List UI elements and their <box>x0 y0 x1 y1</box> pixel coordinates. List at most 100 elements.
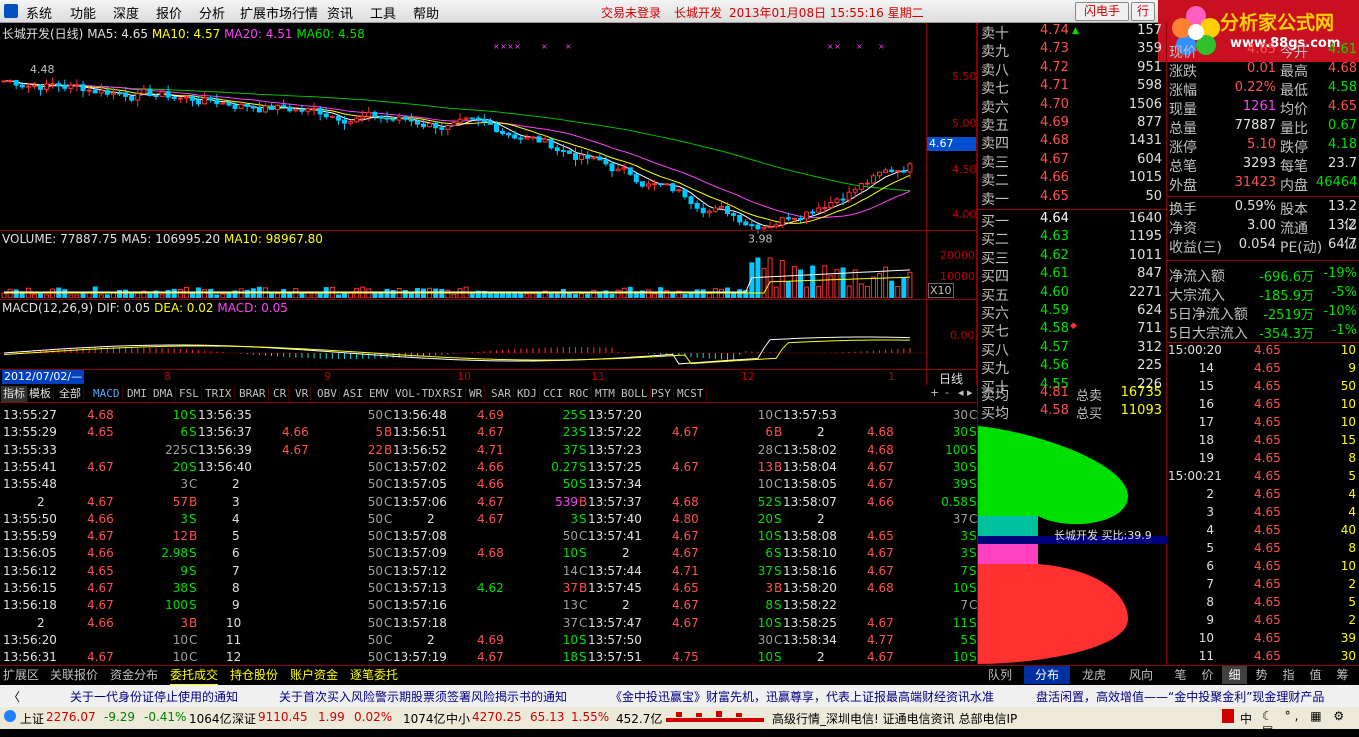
price-chart[interactable]: 4.483.98× × × × × × × × × × <box>0 41 926 246</box>
trade-price: 4.67 <box>672 598 699 613</box>
total-value: 16735 <box>1120 385 1162 400</box>
candle-body <box>609 163 615 172</box>
candle-body <box>469 117 475 120</box>
indicator-tab-指标[interactable]: 指标 <box>1 386 28 402</box>
ime-toolbar-icons[interactable]: ☾ °, ▦ ⚙ ▤ <box>1262 709 1359 737</box>
candle-body <box>633 173 639 183</box>
menu-depth[interactable]: 深度 <box>113 3 139 22</box>
indicator-tab-roc[interactable]: ROC <box>567 386 592 402</box>
indicator-tab-cr[interactable]: CR <box>271 386 290 402</box>
indicator-tab-brar[interactable]: BRAR <box>237 386 269 402</box>
menu-news[interactable]: 资讯 <box>327 3 353 22</box>
sz-index-label[interactable]: 深证 <box>232 710 256 727</box>
news-link[interactable]: 《金中投迅赢宝》财富先机，迅赢尊享，代表上证报最高端财经资讯水准 <box>610 688 994 705</box>
indicator-tab-psy[interactable]: PSY <box>649 386 674 402</box>
indicator-tab-fsl[interactable]: FSL <box>177 386 202 402</box>
chip-distribution[interactable]: 长城开发 买比:39.9 <box>977 424 1167 665</box>
indicator-tab-dma[interactable]: DMA <box>151 386 176 402</box>
bottom-tab[interactable]: 资金分布 <box>110 667 158 684</box>
indicator-tab-全部[interactable]: 全部 <box>57 386 84 402</box>
mini-tab[interactable]: 指 <box>1276 666 1301 684</box>
indicator-tab-vr[interactable]: VR <box>293 386 312 402</box>
bottom-tab[interactable]: 持仓股份 <box>230 667 278 684</box>
bottom-tab[interactable]: 关联报价 <box>50 667 98 684</box>
candle-body <box>281 104 287 108</box>
volume-bar <box>585 293 591 298</box>
flash-trade-button[interactable]: 闪电手 <box>1075 2 1129 21</box>
menu-function[interactable]: 功能 <box>70 3 96 22</box>
ime-label[interactable]: 中 <box>1240 710 1252 727</box>
indicator-tab-asi[interactable]: ASI <box>341 386 366 402</box>
news-scroll-icon[interactable]: 〈 <box>8 688 20 705</box>
tab-nav-left-icon[interactable]: ◂ <box>958 386 964 399</box>
indicator-tab-mtm[interactable]: MTM <box>593 386 618 402</box>
right-tab[interactable]: 风向 <box>1118 666 1164 684</box>
kline-chart-area[interactable]: 长城开发(日线) MA5: 4.65 MA10: 4.57 MA20: 4.51… <box>0 23 977 386</box>
candle-body <box>402 116 408 120</box>
indicator-tab-dmi[interactable]: DMI <box>125 386 150 402</box>
indicator-tab-模板[interactable]: 模板 <box>27 386 54 402</box>
menu-help[interactable]: 帮助 <box>413 3 439 22</box>
tab-nav-right-icon[interactable]: ▸ <box>967 386 973 399</box>
mini-tab[interactable]: 细 <box>1222 666 1247 684</box>
volume-chart[interactable] <box>0 248 926 298</box>
indicator-tab-wr[interactable]: WR <box>467 386 486 402</box>
indicator-tab-bar: 指标 模板 全部 MACD DMI DMA FSL TRIX BRAR CR VR OBV ASI EMV… <box>0 385 977 403</box>
bottom-tab[interactable]: 逐笔委托 <box>350 667 398 684</box>
menu-system[interactable]: 系统 <box>26 3 52 22</box>
mini-tab[interactable]: 笔 <box>1168 666 1193 684</box>
input-method-icon[interactable] <box>1222 709 1234 723</box>
candle-body <box>810 211 816 214</box>
news-link[interactable]: 盘活闲置，高效增值——“金中投聚金利”现金理财产品 <box>1036 688 1324 705</box>
indicator-tab-kdj[interactable]: KDJ <box>515 386 540 402</box>
trade-time: 13:57:16 <box>393 598 447 613</box>
news-link[interactable]: 关于一代身份证停止使用的通知 <box>70 688 238 705</box>
app-icon[interactable] <box>4 4 18 18</box>
indicator-tab-sar[interactable]: SAR <box>489 386 514 402</box>
bottom-tab[interactable]: 扩展区 <box>3 667 39 684</box>
trade-price: 4.67 <box>477 511 504 526</box>
trade-volume: 20 <box>172 459 188 474</box>
menu-ext-market[interactable]: 扩展市场行情 <box>240 3 318 22</box>
bid-volume: 1640 <box>1128 211 1162 226</box>
sh-index-label[interactable]: 上证 <box>20 710 44 727</box>
tab-nav-minus[interactable]: - <box>945 386 949 399</box>
macd-chart[interactable] <box>0 317 926 367</box>
market-globe-icon[interactable] <box>4 710 16 722</box>
menu-tools[interactable]: 工具 <box>370 3 396 22</box>
candle-body <box>870 175 876 184</box>
menu-analysis[interactable]: 分析 <box>199 3 225 22</box>
indicator-tab-mcst[interactable]: MCST <box>675 386 707 402</box>
indicator-tab-macd[interactable]: MACD <box>91 386 123 402</box>
stat-value: 4.65 <box>1328 99 1357 114</box>
right-tab[interactable]: 龙虎 <box>1071 666 1117 684</box>
trade-volume: 50 <box>367 494 383 509</box>
tab-nav-plus[interactable]: + <box>930 386 939 399</box>
bottom-tab[interactable]: 委托成交 <box>170 667 219 685</box>
indicator-tab-emv[interactable]: EMV <box>367 386 392 402</box>
candle-body <box>262 105 268 113</box>
zx-index-label[interactable]: 中小 <box>446 710 470 727</box>
right-tab[interactable]: 分布 <box>1024 666 1070 684</box>
trade-time: 13:55:29 <box>3 425 57 440</box>
mini-tab[interactable]: 价 <box>1195 666 1220 684</box>
trade-button[interactable]: 行 <box>1131 2 1155 21</box>
trade-volume: 3 <box>180 511 188 526</box>
news-link[interactable]: 关于首次买入风险警示期股票须签署风险揭示书的通知 <box>279 688 567 705</box>
indicator-tab-cci[interactable]: CCI <box>541 386 566 402</box>
mini-tab[interactable]: 筹 <box>1330 666 1355 684</box>
indicator-tab-boll[interactable]: BOLL <box>619 386 651 402</box>
indicator-tab-rsi[interactable]: RSI <box>441 386 466 402</box>
datetime: 2013年01月08日 15:55:16 星期二 <box>729 6 924 20</box>
candle-body <box>706 210 712 214</box>
mini-tab[interactable]: 值 <box>1303 666 1328 684</box>
right-tab[interactable]: 队列 <box>977 666 1023 684</box>
mini-tab[interactable]: 势 <box>1249 666 1274 684</box>
bottom-tab[interactable]: 账户资金 <box>290 667 338 684</box>
trade-side: C <box>579 598 588 613</box>
menu-quote[interactable]: 报价 <box>156 3 182 22</box>
indicator-tab-vol-tdx[interactable]: VOL-TDX <box>393 386 445 402</box>
indicator-tab-trix[interactable]: TRIX <box>203 386 235 402</box>
indicator-tab-obv[interactable]: OBV <box>315 386 340 402</box>
trade-volume: 6 <box>765 546 773 561</box>
